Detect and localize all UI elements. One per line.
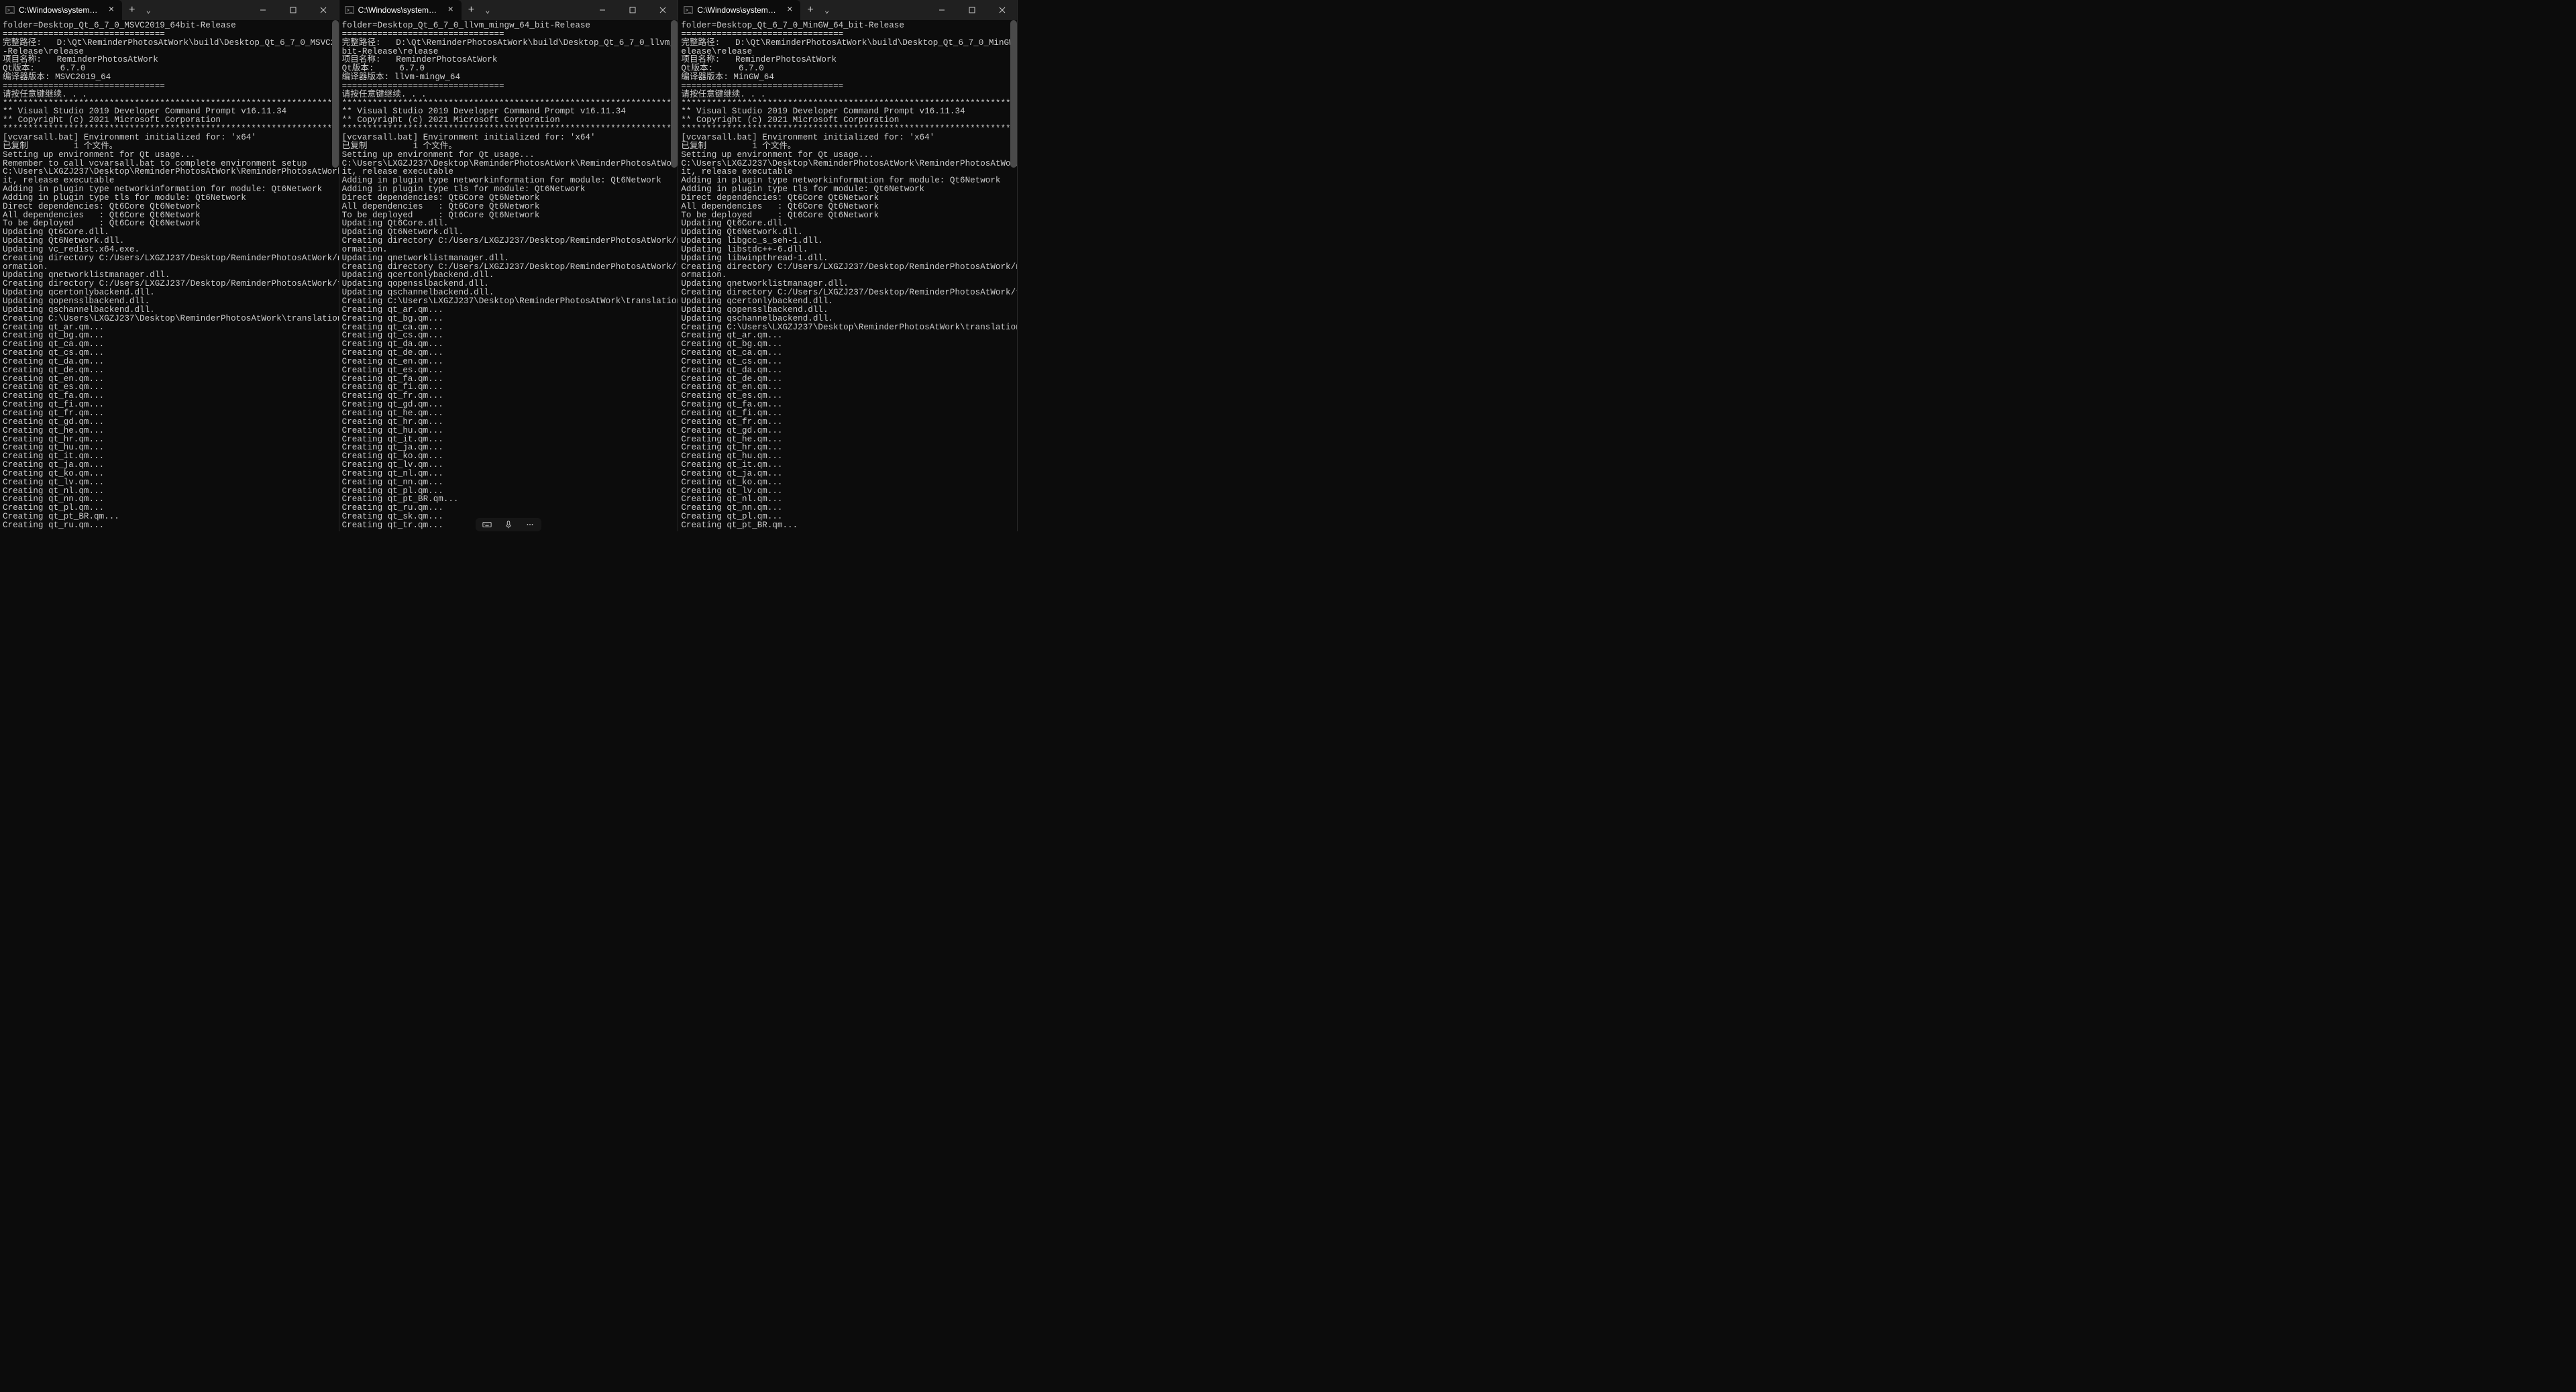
window-controls — [248, 0, 339, 20]
titlebar[interactable]: >_ C:\Windows\system32\cmd.e × + ⌄ — [678, 0, 1017, 20]
terminal-window-3: >_ C:\Windows\system32\cmd.e × + ⌄ folde… — [678, 0, 1018, 531]
keyboard-icon[interactable] — [482, 520, 492, 529]
window-controls — [587, 0, 678, 20]
cmd-icon: >_ — [5, 5, 15, 15]
titlebar[interactable]: >_ C:\Windows\system32\cmd.e × + ⌄ — [0, 0, 339, 20]
new-tab-button[interactable]: + — [800, 4, 820, 16]
more-icon[interactable] — [525, 520, 535, 529]
minimize-button[interactable] — [926, 0, 957, 20]
terminal-window-1: >_ C:\Windows\system32\cmd.e × + ⌄ folde… — [0, 0, 339, 531]
tab-close-button[interactable]: × — [445, 5, 456, 15]
svg-text:>_: >_ — [686, 9, 692, 14]
close-button[interactable] — [987, 0, 1017, 20]
maximize-button[interactable] — [617, 0, 647, 20]
tab-active[interactable]: >_ C:\Windows\system32\cmd.e × — [0, 0, 122, 20]
minimize-button[interactable] — [248, 0, 278, 20]
scrollbar-thumb[interactable] — [671, 20, 678, 168]
terminal-window-2: >_ C:\Windows\system32\cmd.e × + ⌄ folde… — [339, 0, 679, 531]
scrollbar-thumb[interactable] — [1010, 20, 1017, 168]
tab-title: C:\Windows\system32\cmd.e — [697, 5, 777, 15]
terminal-output[interactable]: folder=Desktop_Qt_6_7_0_MSVC2019_64bit-R… — [0, 20, 339, 531]
titlebar[interactable]: >_ C:\Windows\system32\cmd.e × + ⌄ — [339, 0, 678, 20]
minimize-button[interactable] — [587, 0, 617, 20]
scrollbar-thumb[interactable] — [332, 20, 339, 168]
tab-active[interactable]: >_ C:\Windows\system32\cmd.e × — [678, 0, 800, 20]
svg-text:>_: >_ — [346, 9, 352, 14]
tab-title: C:\Windows\system32\cmd.e — [19, 5, 99, 15]
taskbar-overlay — [476, 518, 541, 531]
window-controls — [926, 0, 1017, 20]
cmd-icon: >_ — [345, 5, 354, 15]
terminal-output[interactable]: folder=Desktop_Qt_6_7_0_MinGW_64_bit-Rel… — [678, 20, 1017, 531]
tab-dropdown-button[interactable]: ⌄ — [142, 5, 155, 15]
svg-text:>_: >_ — [7, 9, 13, 14]
close-button[interactable] — [309, 0, 339, 20]
tab-dropdown-button[interactable]: ⌄ — [820, 5, 833, 15]
new-tab-button[interactable]: + — [462, 4, 482, 16]
terminal-output[interactable]: folder=Desktop_Qt_6_7_0_llvm_mingw_64_bi… — [339, 20, 678, 531]
maximize-button[interactable] — [278, 0, 309, 20]
cmd-icon: >_ — [684, 5, 693, 15]
maximize-button[interactable] — [957, 0, 987, 20]
new-tab-button[interactable]: + — [122, 4, 142, 16]
close-button[interactable] — [647, 0, 678, 20]
tab-dropdown-button[interactable]: ⌄ — [481, 5, 494, 15]
microphone-icon[interactable] — [504, 520, 513, 529]
tab-title: C:\Windows\system32\cmd.e — [358, 5, 439, 15]
tab-active[interactable]: >_ C:\Windows\system32\cmd.e × — [339, 0, 462, 20]
tab-close-button[interactable]: × — [106, 5, 117, 15]
tab-close-button[interactable]: × — [784, 5, 795, 15]
